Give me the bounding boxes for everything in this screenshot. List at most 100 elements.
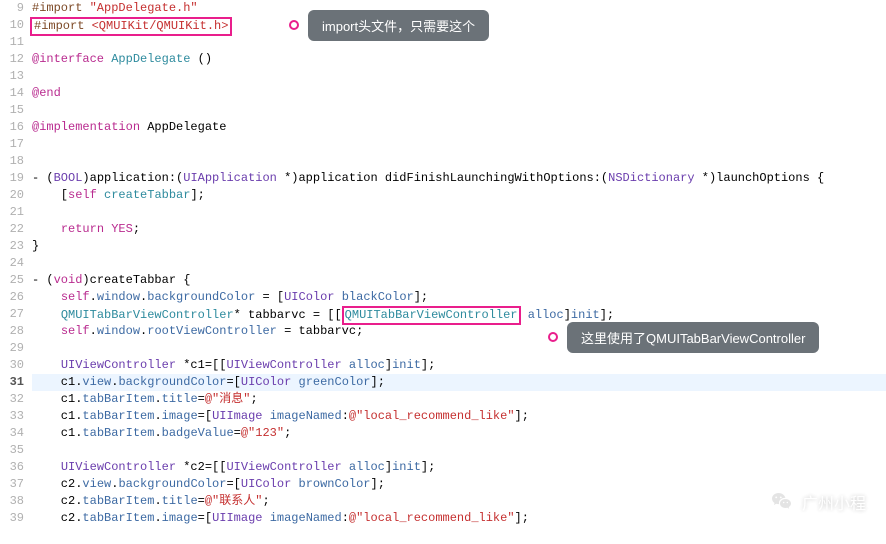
callout-text: 这里使用了QMUITabBarViewController <box>581 328 805 347</box>
token: @interface <box>32 52 111 66</box>
token <box>342 358 349 372</box>
token: return <box>61 222 104 236</box>
token: . <box>154 511 161 525</box>
code-line[interactable]: c2.tabBarItem.image=[UIImage imageNamed:… <box>32 510 886 527</box>
line-number: 15 <box>0 102 24 119</box>
token: )application:( <box>82 171 183 185</box>
line-number: 30 <box>0 357 24 374</box>
token: = <box>198 494 205 508</box>
token: tabBarItem <box>82 511 154 525</box>
token: c1. <box>32 426 82 440</box>
code-line[interactable]: @interface AppDelegate () <box>32 51 886 68</box>
token <box>32 460 61 474</box>
code-line-current[interactable]: c1.view.backgroundColor=[UIColor greenCo… <box>32 374 886 391</box>
token: ; <box>262 494 269 508</box>
code-line[interactable]: @end <box>32 85 886 102</box>
code-line[interactable] <box>32 442 886 459</box>
token: UIColor <box>241 477 291 491</box>
token: tabBarItem <box>82 392 154 406</box>
code-line[interactable]: self.window.backgroundColor = [UIColor b… <box>32 289 886 306</box>
token: * tabbarvc = [[ <box>234 308 342 322</box>
token <box>32 222 61 236</box>
token <box>262 511 269 525</box>
code-line[interactable] <box>32 204 886 221</box>
code-line[interactable]: QMUITabBarViewController* tabbarvc = [[Q… <box>32 306 886 323</box>
token: @implementation <box>32 120 147 134</box>
token: @"123" <box>241 426 284 440</box>
token: *c2=[[ <box>176 460 226 474</box>
token: ]; <box>421 460 435 474</box>
code-line[interactable] <box>32 255 886 272</box>
token: @"local_recommend_like" <box>349 409 515 423</box>
token <box>32 308 61 322</box>
line-number: 35 <box>0 442 24 459</box>
token: ; <box>284 426 291 440</box>
line-number: 13 <box>0 68 24 85</box>
token: =[ <box>226 375 240 389</box>
code-line[interactable]: - (void)createTabbar { <box>32 272 886 289</box>
code-line[interactable]: c2.tabBarItem.title=@"联系人"; <box>32 493 886 510</box>
token: view <box>82 375 111 389</box>
token: UIColor <box>284 290 334 304</box>
code-line[interactable]: c2.view.backgroundColor=[UIColor brownCo… <box>32 476 886 493</box>
token: ]; <box>371 375 385 389</box>
code-line[interactable]: c1.tabBarItem.image=[UIImage imageNamed:… <box>32 408 886 425</box>
token: = [ <box>255 290 284 304</box>
code-line[interactable]: c1.tabBarItem.title=@"消息"; <box>32 391 886 408</box>
code-line[interactable]: return YES; <box>32 221 886 238</box>
code-line[interactable]: UIViewController *c2=[[UIViewController … <box>32 459 886 476</box>
code-line[interactable]: @implementation AppDelegate <box>32 119 886 136</box>
token <box>342 460 349 474</box>
token: =[ <box>198 409 212 423</box>
line-number: 36 <box>0 459 24 476</box>
callout-qmui: 这里使用了QMUITabBarViewController <box>567 322 819 353</box>
line-number: 19 <box>0 170 24 187</box>
line-number: 20 <box>0 187 24 204</box>
line-number: 26 <box>0 289 24 306</box>
token: @"联系人" <box>205 494 263 508</box>
code-line[interactable] <box>32 153 886 170</box>
token: rootViewController <box>147 324 277 338</box>
token <box>32 358 61 372</box>
token: backgroundColor <box>118 375 226 389</box>
token: UIImage <box>212 511 262 525</box>
token: @"消息" <box>205 392 251 406</box>
line-number: 27 <box>0 306 24 323</box>
token: =[ <box>198 511 212 525</box>
line-number: 34 <box>0 425 24 442</box>
code-editor[interactable]: 9101112131415161718192021222324252627282… <box>0 0 886 544</box>
line-number: 23 <box>0 238 24 255</box>
token: ; <box>133 222 140 236</box>
annotation-dot <box>289 20 299 30</box>
code-area[interactable]: #import "AppDelegate.h" #import <QMUIKit… <box>32 0 886 544</box>
token: c1. <box>32 375 82 389</box>
token: QMUITabBarViewController <box>61 308 234 322</box>
line-number: 33 <box>0 408 24 425</box>
token: BOOL <box>54 171 83 185</box>
code-line[interactable]: } <box>32 238 886 255</box>
token: alloc <box>349 460 385 474</box>
token: #import <box>32 1 90 15</box>
token: : <box>342 409 349 423</box>
line-number: 22 <box>0 221 24 238</box>
code-line[interactable]: c1.tabBarItem.badgeValue=@"123"; <box>32 425 886 442</box>
code-line[interactable]: - (BOOL)application:(UIApplication *)app… <box>32 170 886 187</box>
code-line[interactable] <box>32 102 886 119</box>
line-number: 9 <box>0 0 24 17</box>
code-line[interactable]: UIViewController *c1=[[UIViewController … <box>32 357 886 374</box>
code-line[interactable] <box>32 136 886 153</box>
token: ] <box>385 358 392 372</box>
token <box>32 324 61 338</box>
token: : <box>342 511 349 525</box>
line-number: 38 <box>0 493 24 510</box>
token: . <box>90 324 97 338</box>
token: . <box>154 426 161 440</box>
code-line[interactable]: [self createTabbar]; <box>32 187 886 204</box>
token: QMUITabBarViewController <box>345 308 518 322</box>
token: badgeValue <box>162 426 234 440</box>
token: UIViewController <box>226 358 341 372</box>
code-line[interactable] <box>32 68 886 85</box>
watermark: 广州小程 <box>770 490 866 514</box>
token: <QMUIKit/QMUIKit.h> <box>92 19 229 33</box>
token: c2. <box>32 511 82 525</box>
